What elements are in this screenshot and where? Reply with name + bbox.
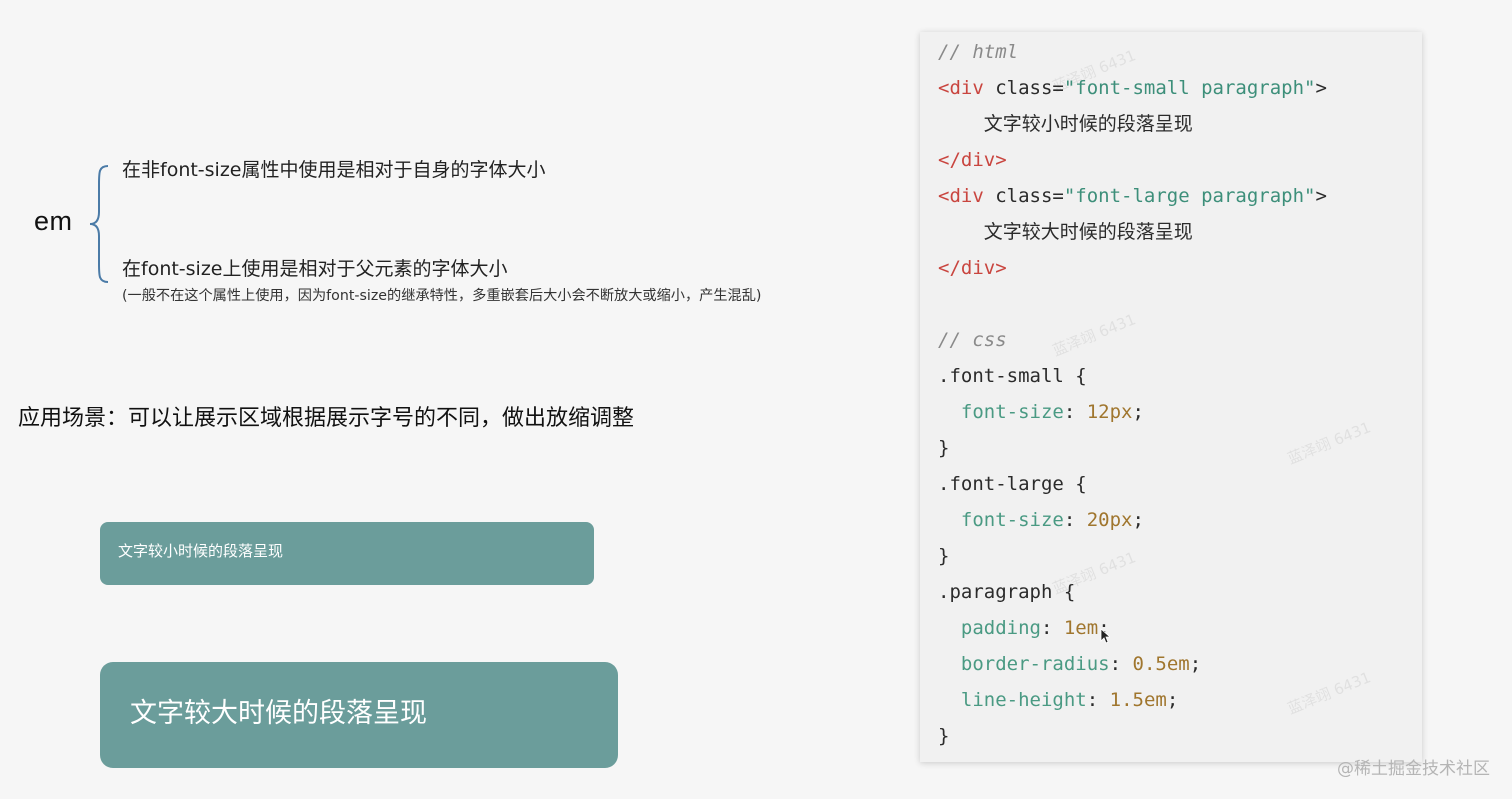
code-value: 20px — [1086, 509, 1133, 531]
code-comment-html: // html — [938, 41, 1019, 63]
curly-brace-icon — [89, 165, 109, 283]
em-label: em — [34, 206, 73, 236]
code-text-large: 文字较大时候的段落呈现 — [983, 221, 1193, 243]
em-rule-font-size: 在font-size上使用是相对于父元素的字体大小 — [122, 258, 508, 280]
large-paragraph-demo: 文字较大时候的段落呈现 — [100, 662, 618, 768]
code-brace: } — [938, 545, 950, 567]
small-paragraph-demo: 文字较小时候的段落呈现 — [100, 522, 594, 585]
code-attr: class= — [983, 185, 1064, 207]
code-value: 0.5em — [1132, 653, 1190, 675]
code-brace: } — [938, 725, 950, 747]
code-property: font-size — [960, 401, 1064, 423]
code-brace: } — [938, 437, 950, 459]
code-comment-css: // css — [938, 329, 1007, 351]
code-tag-close: </div> — [938, 149, 1007, 171]
code-selector: .font-large { — [938, 473, 1087, 495]
code-string: "font-small paragraph" — [1063, 77, 1316, 99]
code-property: font-size — [960, 509, 1064, 531]
code-selector: .paragraph { — [938, 581, 1076, 603]
code-selector: .font-small { — [938, 365, 1087, 387]
code-value: 1.5em — [1109, 689, 1167, 711]
em-rule-non-font-size: 在非font-size属性中使用是相对于自身的字体大小 — [122, 159, 546, 181]
code-tag-end: > — [1315, 77, 1327, 99]
code-property: line-height — [960, 689, 1087, 711]
code-block: // html <div class="font-small paragraph… — [938, 41, 1327, 747]
mouse-cursor-icon — [1100, 628, 1110, 644]
code-property: padding — [960, 617, 1041, 639]
code-tag-open: <div — [938, 77, 984, 99]
code-tag-close: </div> — [938, 257, 1007, 279]
use-case-text: 应用场景：可以让展示区域根据展示字号的不同，做出放缩调整 — [18, 406, 635, 431]
code-property: border-radius — [960, 653, 1110, 675]
code-panel: 蓝泽翊 6431 蓝泽翊 6431 蓝泽翊 6431 蓝泽翊 6431 蓝泽翊 … — [920, 32, 1422, 762]
code-tag-end: > — [1315, 185, 1327, 207]
site-watermark: @稀土掘金技术社区 — [1337, 759, 1490, 779]
code-value: 12px — [1086, 401, 1133, 423]
code-tag-open: <div — [938, 185, 984, 207]
code-text-small: 文字较小时候的段落呈现 — [983, 113, 1193, 135]
code-value: 1em — [1063, 617, 1099, 639]
code-string: "font-large paragraph" — [1063, 185, 1316, 207]
em-rule-font-size-note: (一般不在这个属性上使用，因为font-size的继承特性，多重嵌套后大小会不断… — [122, 288, 762, 304]
code-attr: class= — [983, 77, 1064, 99]
